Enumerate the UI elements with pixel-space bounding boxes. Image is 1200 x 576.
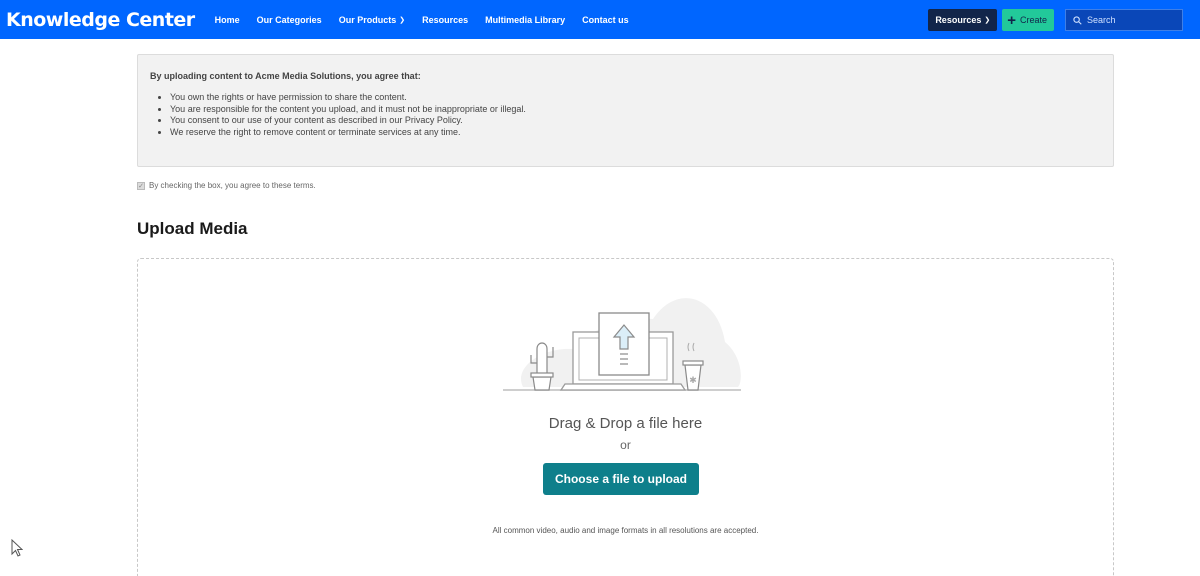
main-nav: Home Our Categories Our Products ❯ Resour…: [215, 15, 646, 25]
formats-note: All common video, audio and image format…: [492, 526, 759, 535]
top-nav-bar: Knowledge Center Home Our Categories Our…: [0, 0, 1200, 39]
choose-file-button[interactable]: Choose a file to upload: [543, 463, 699, 495]
terms-item: You consent to our use of your content a…: [170, 115, 1101, 127]
terms-list: You own the rights or have permission to…: [150, 92, 1101, 138]
search-icon: [1073, 15, 1082, 25]
search-box[interactable]: [1065, 9, 1183, 31]
terms-item: You are responsible for the content you …: [170, 104, 1101, 116]
agree-checkbox[interactable]: ✓: [137, 181, 145, 190]
terms-item: You own the rights or have permission to…: [170, 92, 1101, 104]
terms-box: By uploading content to Acme Media Solut…: [137, 54, 1114, 167]
nav-home[interactable]: Home: [215, 15, 240, 25]
search-input[interactable]: [1087, 15, 1177, 25]
create-button[interactable]: + Create: [1002, 9, 1054, 31]
nav-our-products[interactable]: Our Products ❯: [339, 15, 405, 25]
nav-our-categories[interactable]: Our Categories: [257, 15, 322, 25]
nav-contact-us[interactable]: Contact us: [582, 15, 629, 25]
agree-label: By checking the box, you agree to these …: [149, 181, 316, 190]
mouse-cursor-icon: [11, 539, 23, 557]
brand-logo[interactable]: Knowledge Center: [6, 9, 195, 31]
agree-terms-row[interactable]: ✓ By checking the box, you agree to thes…: [137, 181, 316, 190]
terms-title: By uploading content to Acme Media Solut…: [150, 71, 421, 81]
nav-actions: Resources ❯ + Create: [928, 9, 1183, 31]
resources-dropdown-button[interactable]: Resources ❯: [928, 9, 998, 31]
page-title: Upload Media: [137, 219, 248, 238]
upload-illustration: ✱: [503, 298, 741, 391]
plus-icon: +: [1007, 11, 1016, 29]
terms-item: We reserve the right to remove content o…: [170, 127, 1101, 139]
or-separator: or: [620, 438, 631, 452]
svg-text:✱: ✱: [689, 376, 697, 386]
upload-dropzone[interactable]: ✱ Drag & Drop a file here or Choose a fi…: [137, 258, 1114, 576]
chevron-down-icon: ❯: [984, 17, 991, 24]
nav-multimedia-library[interactable]: Multimedia Library: [485, 15, 565, 25]
chevron-down-icon: ❯: [399, 16, 406, 24]
drop-instruction: Drag & Drop a file here: [548, 415, 703, 432]
nav-resources[interactable]: Resources: [422, 15, 468, 25]
